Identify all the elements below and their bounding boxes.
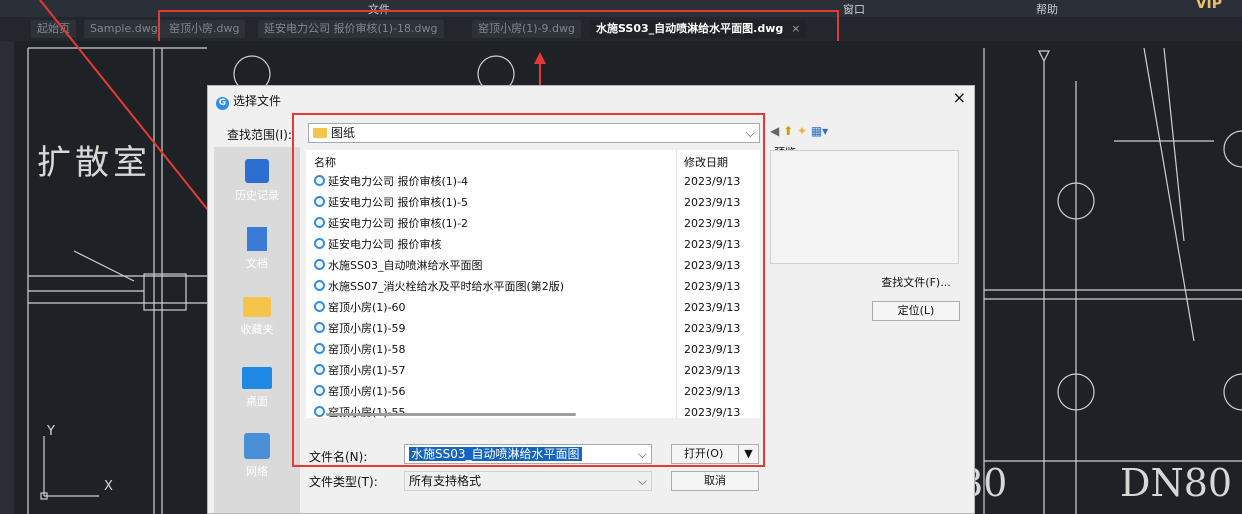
chevron-down-icon: ⌵	[637, 474, 647, 488]
cad-room-label: 扩散室	[37, 143, 151, 183]
look-in-label: 查找范围(I):	[227, 128, 292, 142]
filetype-select[interactable]: 所有支持格式 ⌵	[404, 471, 652, 491]
cancel-button-label: 取消	[704, 474, 726, 487]
nav-toolbar: ◀ ⬆ ✦ ▦▾	[770, 124, 828, 138]
dialog-title: G 选择文件	[216, 92, 281, 110]
preview-pane	[770, 150, 959, 264]
new-folder-icon[interactable]: ✦	[797, 124, 807, 138]
close-icon[interactable]: ×	[953, 88, 966, 107]
highlight-file-area	[292, 113, 765, 467]
x-axis-label: X	[104, 479, 113, 494]
view-menu-icon[interactable]: ▦▾	[811, 124, 828, 138]
filetype-value: 所有支持格式	[409, 474, 482, 488]
vip-badge[interactable]: VIP	[1196, 0, 1222, 12]
up-folder-icon[interactable]: ⬆	[783, 124, 793, 138]
place-network[interactable]: 网络	[214, 433, 300, 479]
place-documents[interactable]: 文档	[214, 227, 300, 271]
find-file-button[interactable]: 查找文件(F)...	[872, 274, 960, 294]
left-strip	[0, 41, 14, 514]
menu-window[interactable]: 窗口	[843, 1, 865, 17]
back-icon[interactable]: ◀	[770, 124, 779, 138]
desktop-icon	[242, 367, 272, 389]
tab-start[interactable]: 起始页	[31, 20, 76, 38]
dialog-title-text: 选择文件	[233, 94, 282, 108]
place-network-label: 网络	[246, 465, 268, 478]
tab-sample[interactable]: Sample.dwg	[84, 20, 164, 38]
y-axis-label: Y	[47, 424, 55, 439]
history-icon	[245, 159, 269, 183]
locate-label: 定位(L)	[897, 304, 935, 317]
locate-button[interactable]: 定位(L)	[872, 301, 960, 321]
place-favorites-label: 收藏夹	[240, 323, 274, 336]
place-history[interactable]: 历史记录	[214, 159, 300, 203]
place-favorites[interactable]: 收藏夹	[214, 297, 300, 337]
network-icon	[244, 433, 270, 459]
menu-help[interactable]: 帮助	[1036, 1, 1058, 17]
place-desktop[interactable]: 桌面	[214, 367, 300, 409]
highlight-tabs	[158, 10, 839, 45]
folder-icon	[243, 297, 271, 317]
cad-dn-label: DN80	[1120, 461, 1233, 505]
place-documents-label: 文档	[246, 257, 268, 270]
places-bar: 历史记录 文档 收藏夹 桌面 网络	[214, 147, 300, 513]
document-icon	[247, 227, 267, 251]
app-logo-icon: G	[216, 97, 229, 110]
filetype-label: 文件类型(T):	[309, 475, 378, 489]
place-desktop-label: 桌面	[246, 395, 268, 408]
place-history-label: 历史记录	[235, 189, 279, 202]
find-file-label: 查找文件(F)...	[881, 276, 951, 289]
cancel-button[interactable]: 取消	[671, 471, 759, 491]
